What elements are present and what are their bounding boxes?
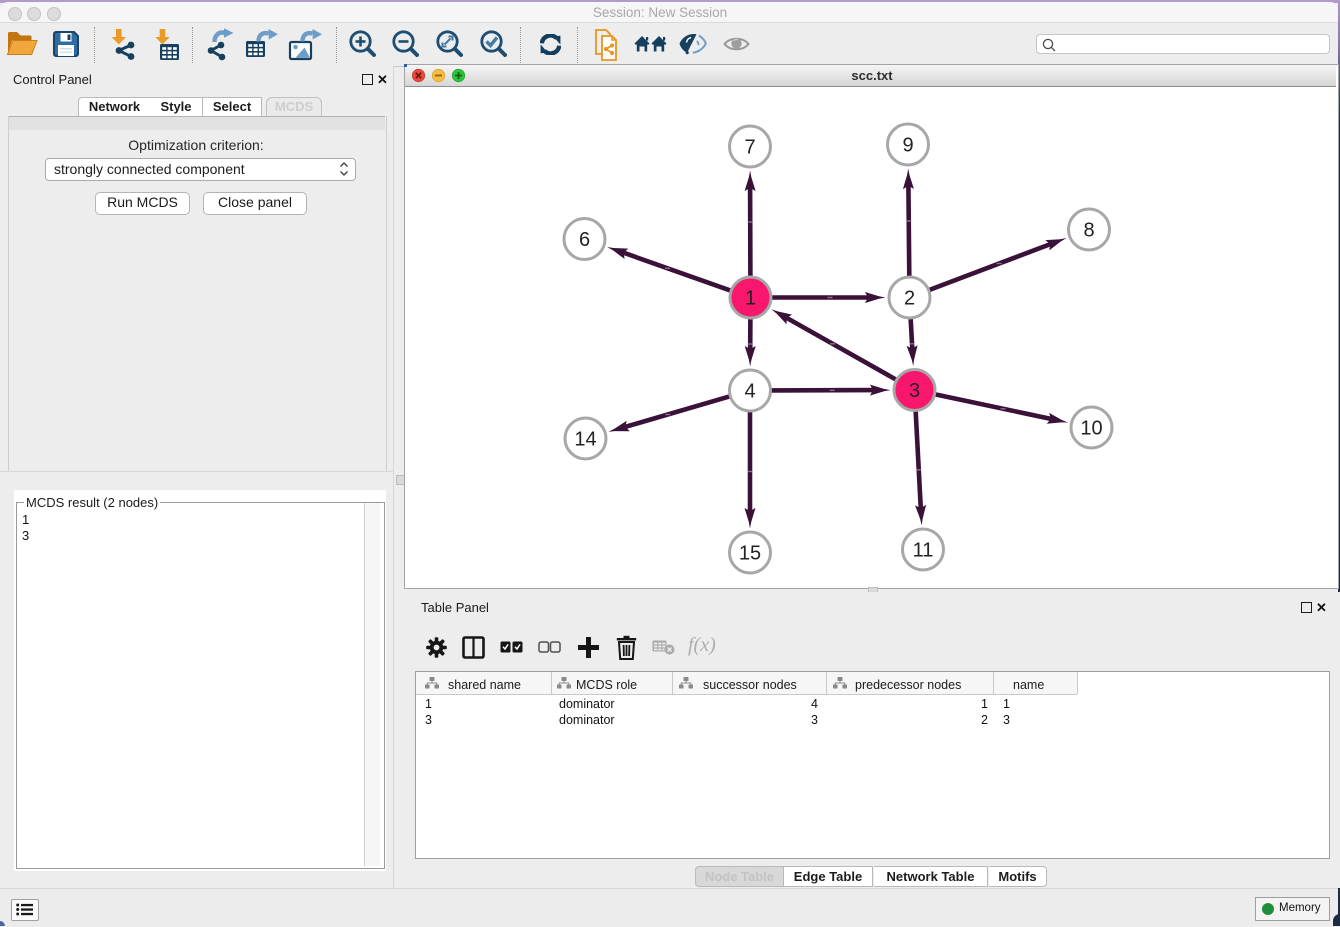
svg-text:7: 7 [744,137,755,159]
svg-text:2: 2 [904,288,915,310]
svg-text:8: 8 [1083,220,1094,242]
svg-text:1: 1 [745,288,756,310]
svg-text:9: 9 [902,135,913,157]
svg-text:4: 4 [744,381,755,403]
svg-text:15: 15 [739,543,761,565]
svg-text:11: 11 [913,540,934,562]
svg-text:10: 10 [1080,418,1102,440]
svg-text:3: 3 [909,380,920,402]
svg-text:14: 14 [574,429,596,451]
svg-text:6: 6 [579,229,590,251]
